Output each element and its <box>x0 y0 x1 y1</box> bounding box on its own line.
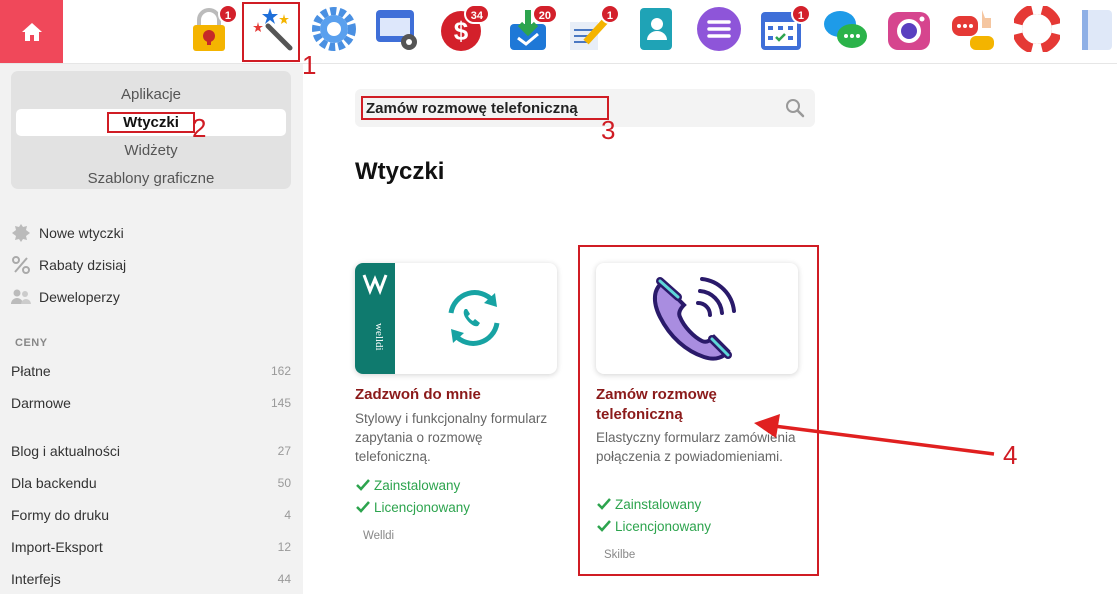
installed-status: Zainstalowany <box>596 496 701 512</box>
plugin-title-line: telefoniczną <box>596 406 683 423</box>
filter-paid[interactable]: Płatne 162 <box>11 359 291 383</box>
check-icon <box>597 498 611 510</box>
sidebar-link-label: Deweloperzy <box>39 289 120 305</box>
filter-label: Płatne <box>11 363 51 379</box>
annotation-number: 4 <box>1003 440 1018 470</box>
status-label: Zainstalowany <box>615 496 702 512</box>
plugin-vendor[interactable]: Welldi <box>363 530 394 542</box>
category-count: 50 <box>277 476 291 490</box>
category-count: 27 <box>277 444 291 458</box>
check-icon <box>597 520 611 532</box>
category-count: 4 <box>284 508 291 522</box>
check-icon <box>356 501 370 513</box>
plugin-title-line: Zamów rozmowę <box>596 386 717 403</box>
sidebar: Aplikacje Wtyczki Widżety Szablony grafi… <box>0 64 303 594</box>
note-pencil-app-icon[interactable]: 1 <box>568 4 620 52</box>
check-icon <box>356 479 370 491</box>
filter-free[interactable]: Darmowe 145 <box>11 391 291 415</box>
segment-szablony[interactable]: Szablony graficzne <box>16 165 286 192</box>
search-bar <box>355 89 815 127</box>
settings-gear-app-icon[interactable] <box>311 6 357 52</box>
sidebar-link-new-plugins[interactable]: Nowe wtyczki <box>11 221 124 245</box>
badge-star-icon <box>11 223 31 243</box>
category-count: 12 <box>277 540 291 554</box>
plugin-vendor[interactable]: Skilbe <box>604 549 635 561</box>
page-title: Wtyczki <box>355 158 445 185</box>
plugin-title[interactable]: Zadzwoń do mnie <box>355 385 481 405</box>
category-label: Formy do druku <box>11 507 110 523</box>
percent-icon <box>11 255 31 275</box>
filter-count: 145 <box>270 396 291 410</box>
welldi-logo-icon <box>362 274 388 296</box>
window-settings-app-icon[interactable] <box>374 6 420 52</box>
sidebar-link-label: Rabaty dzisiaj <box>39 257 127 273</box>
category-label: Import-Eksport <box>11 539 103 555</box>
camera-app-icon[interactable] <box>886 6 932 52</box>
app-toolbar: 1 $ 34 20 1 1 <box>0 0 1117 64</box>
welldi-brand-text: welldi <box>373 323 385 351</box>
dollar-app-icon[interactable]: $ 34 <box>438 4 490 52</box>
category-print-forms[interactable]: Formy do druku 4 <box>11 503 291 527</box>
download-tray-app-icon[interactable]: 20 <box>506 4 558 52</box>
category-label: Blog i aktualności <box>11 443 120 459</box>
licensed-status: Licencjonowany <box>596 518 711 534</box>
segment-wtyczki-label: Wtyczki <box>107 112 195 133</box>
notification-badge: 34 <box>463 4 490 24</box>
chat-thumbs-app-icon[interactable] <box>950 6 996 52</box>
plugin-card-image[interactable] <box>596 263 798 374</box>
sidebar-link-developers[interactable]: Deweloperzy <box>11 285 120 309</box>
annotation-arrow <box>754 414 995 456</box>
segment-widzety[interactable]: Widżety <box>16 137 286 164</box>
notification-badge: 1 <box>217 4 238 24</box>
notification-badge: 1 <box>599 4 620 24</box>
welldi-brand-strip: welldi <box>355 263 395 374</box>
category-label: Dla backendu <box>11 475 97 491</box>
sidebar-link-discounts[interactable]: Rabaty dzisiaj <box>11 253 126 277</box>
category-label: Interfejs <box>11 571 61 587</box>
chat-bubbles-app-icon[interactable] <box>822 6 868 52</box>
installed-status: Zainstalowany <box>355 477 460 493</box>
home-button[interactable] <box>0 0 63 63</box>
status-label: Licencjonowany <box>615 518 712 534</box>
annotation-number: 2 <box>192 113 207 143</box>
category-count: 44 <box>277 572 291 586</box>
status-label: Licencjonowany <box>374 499 471 515</box>
annotation-number: 1 <box>302 50 317 80</box>
menu-lines-app-icon[interactable] <box>696 6 742 52</box>
home-icon <box>21 22 42 41</box>
search-input[interactable] <box>361 96 609 120</box>
category-blog[interactable]: Blog i aktualności 27 <box>11 439 291 463</box>
notification-badge: 1 <box>790 4 811 24</box>
lifebuoy-app-icon[interactable] <box>1014 6 1060 52</box>
filter-count: 162 <box>270 364 291 378</box>
plugin-title[interactable]: Zamów rozmowę telefoniczną <box>596 385 717 425</box>
partial-app-icon[interactable] <box>1078 6 1117 52</box>
plugin-description: Stylowy i funkcjonalny formularz zapytan… <box>355 411 548 464</box>
category-backend[interactable]: Dla backendu 50 <box>11 471 291 495</box>
category-interface[interactable]: Interfejs 44 <box>11 567 291 591</box>
phone-call-icon <box>653 277 736 361</box>
category-import-export[interactable]: Import-Eksport 12 <box>11 535 291 559</box>
phone-refresh-icon <box>448 290 500 346</box>
notification-badge: 20 <box>531 4 558 24</box>
section-switcher: Aplikacje Wtyczki Widżety Szablony grafi… <box>11 71 291 189</box>
segment-wtyczki[interactable]: Wtyczki <box>16 109 286 136</box>
calendar-app-icon[interactable]: 1 <box>759 4 811 52</box>
sidebar-link-label: Nowe wtyczki <box>39 225 124 241</box>
search-icon[interactable] <box>785 98 805 118</box>
plugin-card-image[interactable]: welldi <box>355 263 557 374</box>
licensed-status: Licencjonowany <box>355 499 470 515</box>
people-icon <box>11 287 31 307</box>
magic-wand-app-icon[interactable] <box>250 6 296 52</box>
filter-label: Darmowe <box>11 395 71 411</box>
status-label: Zainstalowany <box>374 477 461 493</box>
annotation-number: 3 <box>601 115 616 145</box>
lock-app-icon[interactable]: 1 <box>186 4 238 52</box>
contacts-book-app-icon[interactable] <box>632 6 678 52</box>
segment-aplikacje[interactable]: Aplikacje <box>16 81 286 108</box>
prices-header: CENY <box>15 337 48 349</box>
